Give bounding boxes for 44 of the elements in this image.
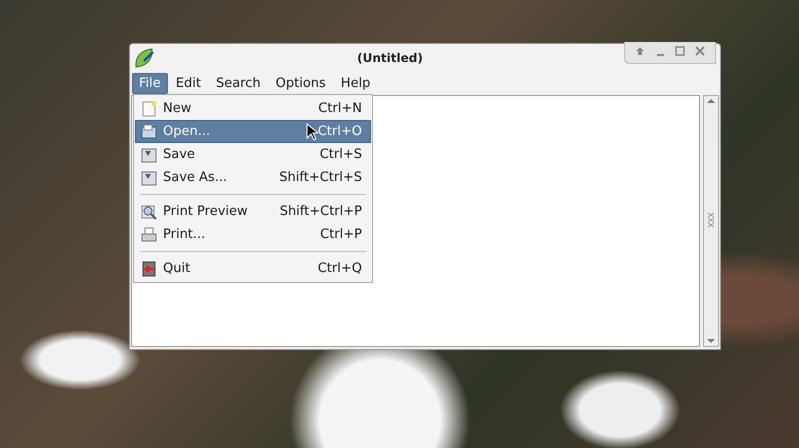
menu-title[interactable]: File [132, 72, 168, 94]
menu-item-label: Quit [163, 261, 190, 276]
menu-item[interactable]: New Ctrl+N [135, 97, 371, 120]
menu-item-label: New [163, 101, 192, 116]
shortcut-label: Ctrl+S [320, 147, 362, 162]
scroll-down-icon[interactable] [706, 336, 716, 346]
shortcut-label: Ctrl+O [318, 124, 362, 139]
menu-item[interactable]: Quit Ctrl+Q [135, 257, 371, 280]
magnifier-icon [141, 204, 157, 220]
maximize-icon [675, 46, 685, 56]
grip-icon [707, 212, 715, 230]
close-button[interactable] [693, 44, 707, 58]
maximize-button[interactable] [673, 44, 687, 58]
menu-title[interactable]: Edit [168, 72, 208, 94]
window-title: (Untitled) [356, 50, 424, 64]
shortcut-label: Shift+Ctrl+P [280, 204, 362, 219]
menu-item[interactable]: Print Preview Shift+Ctrl+P [135, 200, 371, 223]
menu-item-label: Open... [163, 124, 210, 139]
shortcut-label: Ctrl+Q [318, 261, 362, 276]
leaf-pen-icon [134, 46, 156, 68]
exit-door-icon [141, 260, 157, 276]
close-icon [695, 46, 705, 56]
menu-title[interactable]: Help [334, 72, 378, 94]
cursor-icon [306, 123, 318, 141]
blank-page-icon [141, 100, 157, 116]
menu-item[interactable]: Open... Ctrl+O [135, 120, 371, 143]
menu-item[interactable]: Print... Ctrl+P [135, 223, 371, 246]
menu-title[interactable]: Search [208, 72, 268, 94]
menu-item[interactable]: Save As... Shift+Ctrl+S [135, 166, 371, 189]
shortcut-label: Ctrl+N [318, 101, 362, 116]
menu-item-label: Save As... [163, 170, 228, 185]
printer-icon [141, 226, 157, 242]
shortcut-label: Ctrl+P [320, 227, 362, 242]
scroll-up-icon[interactable] [706, 96, 716, 106]
menu-item[interactable]: Save Ctrl+S [135, 143, 371, 166]
menu-item-label: Save [163, 147, 195, 162]
menu-title[interactable]: Options [268, 72, 333, 94]
folder-icon [141, 124, 157, 140]
minimize-icon [656, 54, 664, 56]
up-arrow-icon [635, 46, 645, 56]
scrollbar[interactable] [703, 95, 719, 347]
menu-item-label: Print Preview [163, 204, 248, 219]
shortcut-label: Shift+Ctrl+S [279, 170, 362, 185]
menu-item-label: Print... [163, 227, 206, 242]
